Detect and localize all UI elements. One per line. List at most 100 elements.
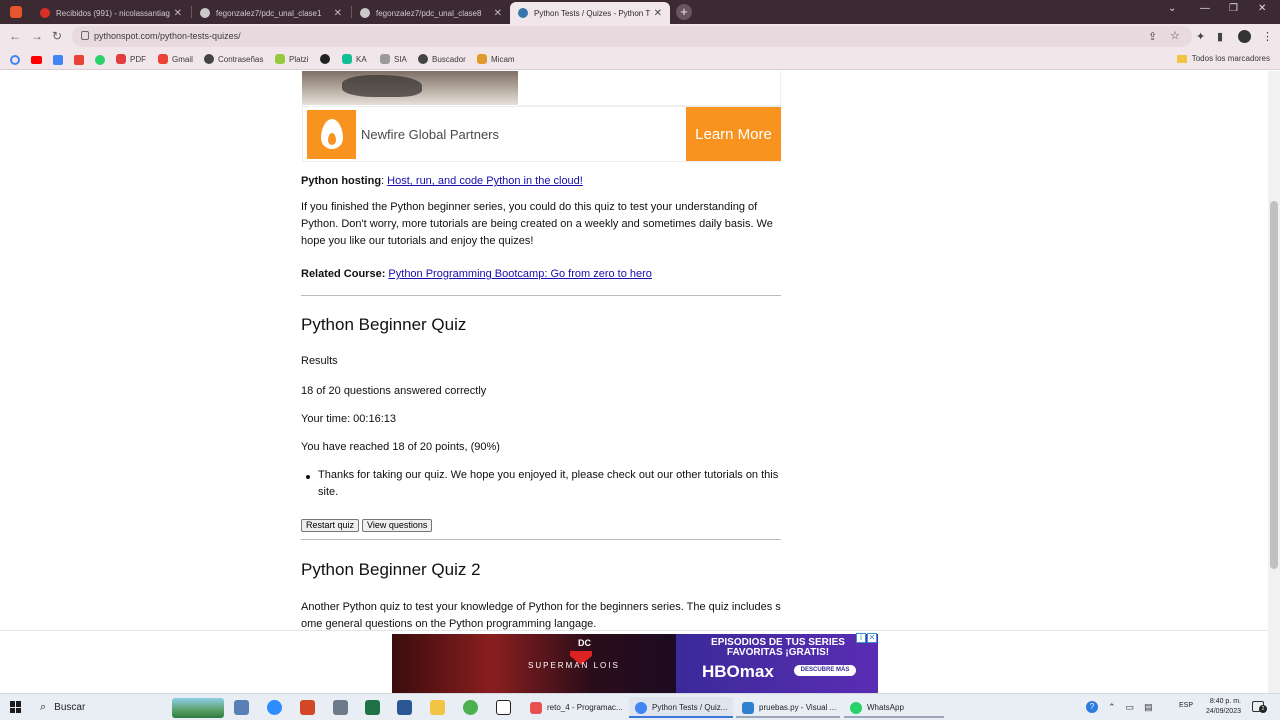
bookmark-platzi[interactable]: Platzi bbox=[275, 54, 309, 64]
restore-icon[interactable]: ❐ bbox=[1229, 3, 1238, 14]
task-vscode[interactable]: pruebas.py - Visual ... bbox=[736, 697, 840, 718]
tab-github-clase1[interactable]: fegonzalez7/pdc_unal_clase1 ✕ bbox=[192, 2, 350, 24]
youtube-icon[interactable] bbox=[31, 56, 42, 64]
quiz-time: Your time: 00:16:13 bbox=[301, 413, 396, 425]
all-bookmarks[interactable]: Todos los marcadores bbox=[1176, 54, 1270, 63]
quiz-message: Thanks for taking our quiz. We hope you … bbox=[318, 469, 779, 498]
page-scrollbar[interactable] bbox=[1268, 71, 1280, 693]
whatsapp-icon[interactable] bbox=[95, 55, 105, 65]
powerpoint-icon[interactable] bbox=[300, 700, 315, 715]
windows-start-icon[interactable] bbox=[10, 701, 22, 713]
show-title: SUPERMAN LOIS bbox=[528, 661, 620, 670]
bookmark-contrasenas[interactable]: Contraseñas bbox=[204, 54, 263, 64]
calculator-icon[interactable] bbox=[333, 700, 348, 715]
task-reto4[interactable]: reto_4 - Programac... bbox=[524, 697, 624, 718]
circle-icon bbox=[320, 54, 330, 64]
vscode-icon bbox=[742, 701, 754, 714]
share-icon[interactable]: ⇪ bbox=[1148, 30, 1157, 43]
chevron-up-icon[interactable]: ⌃ bbox=[1108, 702, 1116, 713]
search-highlight-image[interactable] bbox=[172, 698, 224, 718]
site-info-icon[interactable] bbox=[81, 31, 89, 40]
bookmark-sia[interactable]: SIA bbox=[380, 54, 407, 64]
github-icon bbox=[200, 8, 210, 18]
language-indicator[interactable]: ESP bbox=[1179, 702, 1193, 709]
back-icon[interactable]: ← bbox=[9, 29, 21, 43]
excel-icon[interactable] bbox=[365, 700, 380, 715]
whatsapp-icon bbox=[850, 701, 862, 714]
tab-search-icon[interactable] bbox=[10, 6, 22, 18]
hosting-link[interactable]: Host, run, and code Python in the cloud! bbox=[387, 175, 583, 187]
hbomax-banner[interactable]: DC SUPERMAN LOIS EPISODIOS DE TUS SERIES… bbox=[392, 634, 878, 694]
close-icon[interactable]: ✕ bbox=[174, 8, 182, 19]
hosting-label: Python hosting bbox=[301, 175, 382, 187]
side-panel-icon[interactable]: ▮ bbox=[1217, 30, 1223, 43]
adchoices-icon[interactable]: i bbox=[856, 633, 866, 643]
tab-github-clase8[interactable]: fegonzalez7/pdc_unal_clase8 ✕ bbox=[352, 2, 510, 24]
bookmark-micam[interactable]: Micam bbox=[477, 54, 515, 64]
google-icon[interactable] bbox=[10, 55, 20, 65]
bookmark-gmail[interactable]: Gmail bbox=[158, 54, 193, 64]
bookmark-ka[interactable]: KA bbox=[342, 54, 367, 64]
extensions-icon[interactable]: ✦ bbox=[1196, 30, 1205, 43]
bookmark-buscador[interactable]: Buscador bbox=[418, 54, 466, 64]
tab-pythonspot[interactable]: Python Tests / Quizes - Python T ✕ bbox=[510, 2, 670, 24]
display-icon[interactable]: ▭ bbox=[1126, 702, 1135, 713]
network-icon[interactable]: ▤ bbox=[1144, 702, 1153, 713]
profile-avatar[interactable] bbox=[1238, 30, 1251, 43]
pdf-icon bbox=[116, 54, 126, 64]
menu-icon[interactable]: ⋮ bbox=[1262, 30, 1273, 43]
descubre-button[interactable]: DESCUBRE MÁS bbox=[794, 665, 856, 676]
khan-academy-icon bbox=[342, 54, 352, 64]
close-icon[interactable]: ✕ bbox=[494, 8, 502, 19]
bookmark-star-icon[interactable]: ☆ bbox=[1170, 29, 1180, 42]
restart-quiz-button[interactable]: Restart quiz bbox=[301, 519, 360, 532]
task-whatsapp[interactable]: WhatsApp bbox=[844, 697, 944, 718]
clock-date: 24/09/2023 bbox=[1205, 708, 1241, 715]
system-tray: ? ⌃ ▭ ▤ bbox=[1086, 701, 1153, 713]
folder-icon bbox=[1176, 54, 1187, 63]
newfire-ad[interactable]: Newfire Global Partners Learn More bbox=[302, 106, 781, 162]
notification-count: 2 bbox=[1259, 705, 1267, 713]
related-course-link[interactable]: Python Programming Bootcamp: Go from zer… bbox=[388, 268, 652, 280]
learn-more-button[interactable]: Learn More bbox=[686, 107, 781, 161]
running-indicator bbox=[736, 716, 840, 718]
gear-icon bbox=[204, 54, 214, 64]
ad-image[interactable] bbox=[302, 71, 518, 105]
word-icon[interactable] bbox=[397, 700, 412, 715]
notion-icon[interactable] bbox=[496, 700, 511, 715]
help-icon[interactable]: ? bbox=[1086, 701, 1098, 713]
scrollbar-thumb[interactable] bbox=[1270, 201, 1278, 569]
sia-icon bbox=[380, 54, 390, 64]
github-icon bbox=[360, 8, 370, 18]
minimize-icon[interactable]: — bbox=[1200, 3, 1210, 14]
address-bar[interactable]: pythonspot.com/python-tests-quizes/ ⇪ ☆ bbox=[72, 26, 1192, 47]
bookmark-dark[interactable] bbox=[320, 54, 334, 64]
task-chrome-pythonspot[interactable]: Python Tests / Quiz... bbox=[629, 697, 733, 718]
ad-close-icon[interactable]: ✕ bbox=[867, 633, 877, 643]
clock[interactable]: 8:40 p. m. 24/09/2023 bbox=[1199, 697, 1241, 717]
browser-toolbar: ← → ↻ pythonspot.com/python-tests-quizes… bbox=[0, 24, 1280, 50]
chrome-icon[interactable] bbox=[463, 700, 478, 715]
tab-gmail[interactable]: Recibidos (991) - nicolassantiag ✕ bbox=[32, 2, 190, 24]
folder-icon[interactable] bbox=[430, 700, 445, 715]
bookmark-pdf[interactable]: PDF bbox=[116, 54, 146, 64]
clock-time: 8:40 p. m. bbox=[1209, 698, 1241, 705]
view-questions-button[interactable]: View questions bbox=[362, 519, 433, 532]
file-explorer-icon[interactable] bbox=[234, 700, 249, 715]
close-icon[interactable]: ✕ bbox=[334, 8, 342, 19]
url-text[interactable]: pythonspot.com/python-tests-quizes/ bbox=[94, 31, 241, 41]
reload-icon[interactable]: ↻ bbox=[52, 29, 62, 43]
bottom-ad-bar: DC SUPERMAN LOIS EPISODIOS DE TUS SERIES… bbox=[0, 630, 1268, 694]
translate-icon[interactable] bbox=[53, 55, 63, 65]
divider bbox=[301, 539, 781, 540]
tab-list-icon[interactable]: ⌄ bbox=[1168, 3, 1176, 14]
forward-icon[interactable]: → bbox=[31, 29, 43, 43]
quiz2-description: Another Python quiz to test your knowled… bbox=[301, 601, 781, 630]
hosting-line: Python hosting: Host, run, and code Pyth… bbox=[301, 173, 583, 190]
new-tab-button[interactable]: + bbox=[676, 4, 692, 20]
close-icon[interactable]: ✕ bbox=[654, 8, 662, 19]
gmail-m-icon[interactable] bbox=[74, 55, 84, 65]
window-close-icon[interactable]: ✕ bbox=[1258, 3, 1266, 14]
zoom-icon[interactable] bbox=[267, 700, 282, 715]
ad-choices[interactable]: i ✕ bbox=[856, 633, 877, 643]
